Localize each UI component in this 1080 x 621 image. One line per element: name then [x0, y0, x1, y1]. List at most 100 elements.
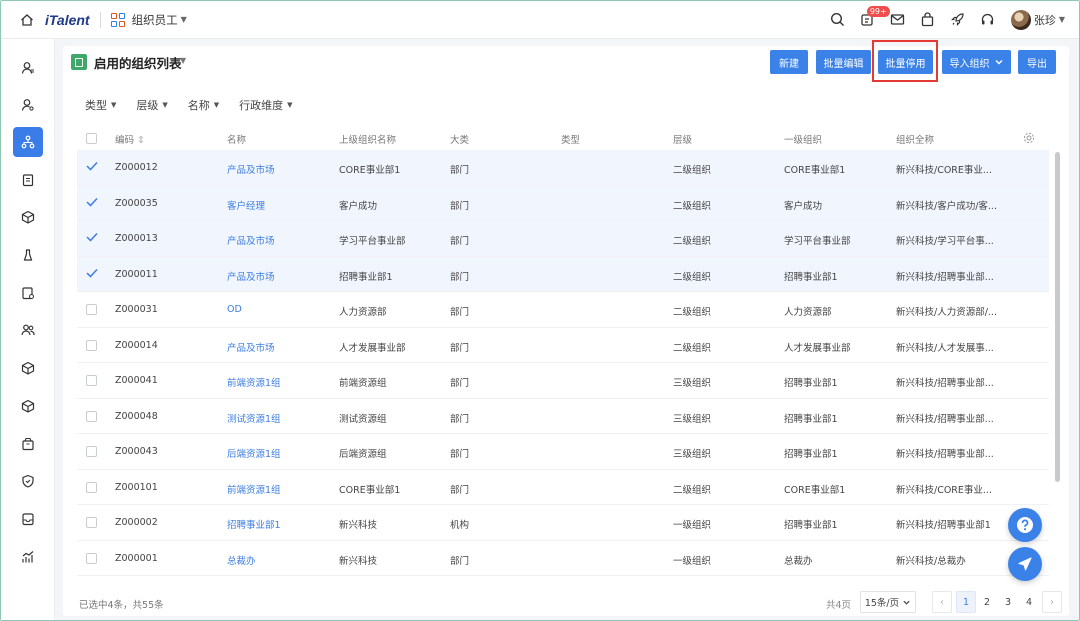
home-icon[interactable] [19, 12, 35, 28]
org-icon[interactable] [13, 127, 43, 157]
doc-icon[interactable] [13, 165, 43, 195]
table-row[interactable]: Z000001 总裁办 新兴科技 部门 一级组织 总裁办 新兴科技/总裁办 [77, 541, 1049, 576]
import-org-button[interactable]: 导入组织 [942, 50, 1011, 74]
filter-type[interactable]: 类型 ▼ [85, 97, 116, 113]
cell-name[interactable]: 客户经理 [227, 198, 265, 212]
cell-name[interactable]: 产品及市场 [227, 269, 275, 283]
cell-parent: 人力资源部 [339, 307, 387, 318]
prev-page-button[interactable]: ‹ [932, 591, 952, 613]
gear-icon[interactable] [1023, 132, 1035, 144]
page-title[interactable]: 启用的组织列表 [94, 53, 182, 72]
check-icon[interactable] [85, 195, 99, 209]
sort-icon[interactable]: ⇕ [137, 135, 145, 146]
batch-edit-button[interactable]: 批量编辑 [816, 50, 871, 74]
person-icon[interactable] [13, 53, 43, 83]
table-row[interactable]: Z000002 招聘事业部1 新兴科技 机构 一级组织 招聘事业部1 新兴科技/招聘事业部1 [77, 505, 1049, 541]
avatar[interactable] [1010, 9, 1031, 30]
cube-icon[interactable] [13, 391, 43, 421]
app-switcher-label[interactable]: 组织员工 [132, 12, 178, 28]
headset-icon[interactable] [973, 5, 1003, 35]
table-row[interactable]: Z000031 OD 人力资源部 部门 二级组织 人力资源部 新兴科技/人力资源部/... [77, 292, 1049, 328]
cell-name[interactable]: 招聘事业部1 [227, 517, 281, 531]
new-button[interactable]: 新建 [770, 50, 808, 74]
cell-full-name: 新兴科技/CORE事业... [896, 165, 992, 176]
person-search-icon[interactable] [13, 90, 43, 120]
row-checkbox[interactable] [86, 517, 97, 528]
vertical-scrollbar[interactable] [1055, 152, 1060, 482]
filter-level[interactable]: 层级 ▼ [136, 97, 167, 113]
cell-name[interactable]: 前端资源1组 [227, 375, 281, 389]
row-checkbox[interactable] [86, 410, 97, 422]
flask-icon[interactable] [13, 240, 43, 270]
inbox-icon[interactable] [13, 504, 43, 534]
cell-code: Z000035 [115, 197, 158, 209]
cell-name[interactable]: 后端资源1组 [227, 446, 281, 460]
cube-icon[interactable] [13, 353, 43, 383]
cell-name[interactable]: 前端资源1组 [227, 482, 281, 496]
filter-admin-dimension[interactable]: 行政维度 ▼ [239, 97, 292, 113]
chart-icon[interactable] [13, 542, 43, 572]
page-3-button[interactable]: 3 [998, 591, 1018, 613]
rocket-icon[interactable] [943, 5, 973, 35]
row-checkbox[interactable] [86, 375, 97, 386]
column-header-code[interactable]: 编码 ⇕ [115, 132, 145, 146]
export-button[interactable]: 导出 [1018, 50, 1056, 74]
chevron-down-icon[interactable]: ▼ [180, 56, 186, 65]
table-row[interactable]: Z000014 产品及市场 人才发展事业部 部门 二级组织 人才发展事业部 新兴科技/人才发… [77, 328, 1049, 363]
people-icon[interactable] [13, 315, 43, 345]
row-checkbox[interactable] [86, 304, 97, 315]
row-checkbox[interactable] [86, 339, 97, 351]
search-icon[interactable] [823, 5, 853, 35]
select-all-checkbox[interactable] [86, 133, 97, 144]
table-row[interactable]: Z000101 前端资源1组 CORE事业部1 部门 二级组织 CORE事业部1 新兴科技/… [77, 470, 1049, 505]
chevron-down-icon[interactable]: ▼ [181, 15, 187, 24]
mail-icon[interactable] [883, 5, 913, 35]
user-name[interactable]: 张珍 [1034, 12, 1056, 28]
table-row[interactable]: Z000048 测试资源1组 测试资源组 部门 三级组织 招聘事业部1 新兴科技/招聘事业部… [77, 399, 1049, 434]
cell-name[interactable]: 测试资源1组 [227, 411, 281, 425]
row-checkbox[interactable] [86, 446, 97, 457]
table-row[interactable]: Z000041 前端资源1组 前端资源组 部门 三级组织 招聘事业部1 新兴科技/招聘事业部… [77, 363, 1049, 399]
page-size-select[interactable]: 15条/页 [860, 591, 916, 613]
cell-name[interactable]: 产品及市场 [227, 233, 275, 247]
cell-parent: 新兴科技 [339, 555, 378, 567]
cell-parent: CORE事业部1 [339, 165, 401, 176]
shield-icon[interactable] [13, 466, 43, 496]
send-button[interactable] [1008, 547, 1042, 581]
check-icon[interactable] [85, 159, 99, 173]
apps-icon[interactable] [110, 12, 125, 27]
page-2-button[interactable]: 2 [977, 591, 997, 613]
cell-code: Z000011 [115, 268, 158, 280]
next-page-button[interactable]: › [1042, 591, 1062, 613]
cube-icon[interactable] [13, 202, 43, 232]
table-row[interactable]: Z000013 产品及市场 学习平台事业部 部门 二级组织 学习平台事业部 新兴科技/学习平… [77, 221, 1049, 257]
check-icon[interactable] [85, 266, 99, 280]
row-checkbox[interactable] [86, 552, 97, 564]
cell-category: 部门 [450, 555, 470, 567]
cell-code: Z000014 [115, 339, 158, 351]
cell-name[interactable]: 产品及市场 [227, 340, 275, 354]
box-icon[interactable] [13, 429, 43, 459]
chevron-down-icon: ▼ [111, 101, 117, 109]
bag-icon[interactable] [913, 5, 943, 35]
cell-first-org: 招聘事业部1 [784, 449, 838, 460]
chevron-down-icon[interactable]: ▼ [1059, 15, 1065, 24]
batch-disable-button[interactable]: 批量停用 [878, 50, 933, 74]
table-row[interactable]: Z000043 后端资源1组 后端资源组 部门 三级组织 招聘事业部1 新兴科技/招聘事业部… [77, 434, 1049, 470]
cell-first-org: 人力资源部 [784, 307, 832, 318]
table-row[interactable]: Z000035 客户经理 客户成功 部门 二级组织 客户成功 新兴科技/客户成功/客... [77, 185, 1049, 221]
filter-name[interactable]: 名称 ▼ [188, 97, 219, 113]
cell-name[interactable]: 产品及市场 [227, 162, 275, 176]
page-1-button[interactable]: 1 [956, 591, 976, 613]
row-checkbox[interactable] [86, 481, 97, 493]
help-button[interactable] [1008, 508, 1042, 542]
table-row[interactable]: Z000012 产品及市场 CORE事业部1 部门 二级组织 CORE事业部1 新兴科技/C… [77, 150, 1049, 186]
cell-name[interactable]: 总裁办 [227, 553, 256, 567]
doc-settings-icon[interactable] [13, 278, 43, 308]
message-icon[interactable]: 99+ [853, 5, 890, 35]
check-icon[interactable] [85, 230, 99, 244]
table-row[interactable]: Z000011 产品及市场 招聘事业部1 部门 二级组织 招聘事业部1 新兴科技/招聘事业部… [77, 256, 1049, 292]
logo[interactable]: iTalent [45, 12, 90, 28]
page-4-button[interactable]: 4 [1019, 591, 1039, 613]
cell-name[interactable]: OD [227, 304, 242, 315]
